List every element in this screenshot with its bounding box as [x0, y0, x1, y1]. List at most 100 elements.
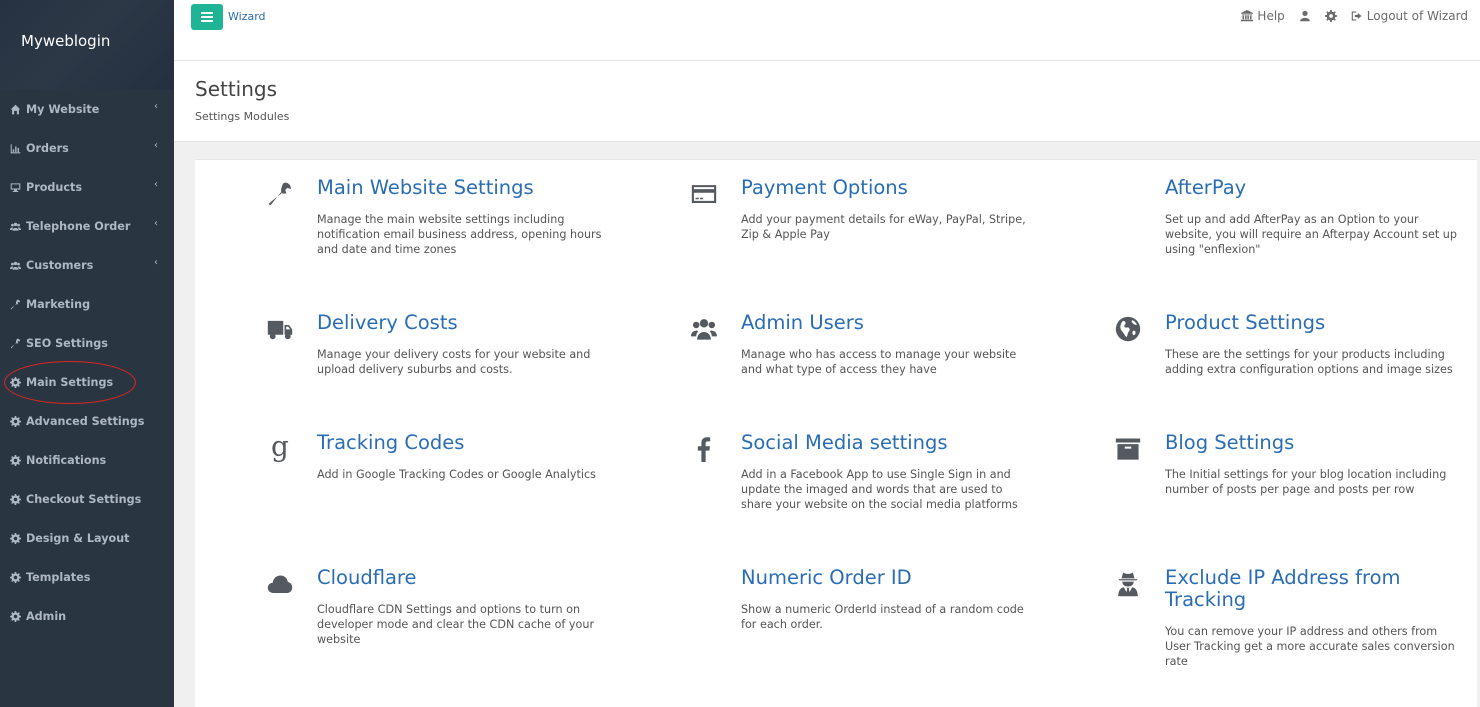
sidebar-nav: My Website ‹ Orders ‹ Products ‹ Telepho… [0, 90, 174, 636]
help-label: Help [1257, 9, 1285, 23]
module-description: Add your payment details for eWay, PayPa… [741, 213, 1026, 241]
home-icon [8, 103, 22, 117]
module-description: Show a numeric OrderId instead of a rand… [741, 603, 1024, 631]
settings-button[interactable] [1324, 10, 1337, 22]
google-icon: g [271, 430, 289, 463]
module-title-link[interactable]: Product Settings [1165, 312, 1480, 334]
gear-icon [8, 610, 22, 624]
sidebar-item-main-settings[interactable]: Main Settings [0, 363, 174, 402]
sidebar-item-label: Admin [26, 610, 67, 623]
credit-card-icon [689, 179, 719, 209]
sidebar-item-seo-settings[interactable]: SEO Settings [0, 324, 174, 363]
module-description: Manage your delivery costs for your webs… [317, 348, 591, 376]
module-title-link[interactable]: Social Media settings [741, 432, 1061, 454]
sidebar-item-notifications[interactable]: Notifications [0, 441, 174, 480]
sidebar-item-label: Products [26, 181, 83, 194]
logout-link[interactable]: Logout of Wizard [1351, 9, 1468, 23]
sidebar-item-orders[interactable]: Orders ‹ [0, 129, 174, 168]
module-title-link[interactable]: Tracking Codes [317, 432, 637, 454]
page-title: Settings [195, 77, 278, 101]
top-bar: Wizard Help Logout of Wizard [174, 0, 1480, 61]
gear-icon [8, 493, 22, 507]
chevron-left-icon: ‹ [154, 101, 158, 112]
gear-icon [1324, 10, 1337, 22]
chevron-left-icon: ‹ [154, 140, 158, 151]
chevron-left-icon: ‹ [154, 179, 158, 190]
users-icon [8, 220, 22, 234]
sidebar-item-label: SEO Settings [26, 337, 108, 350]
module-description: Cloudflare CDN Settings and options to t… [317, 603, 595, 646]
gear-icon [8, 571, 22, 585]
menu-toggle-button[interactable] [191, 4, 223, 30]
users-icon [8, 259, 22, 273]
module-description: You can remove your IP address and other… [1165, 625, 1455, 668]
hamburger-icon [201, 12, 213, 22]
sidebar-item-customers[interactable]: Customers ‹ [0, 246, 174, 285]
user-secret-icon [1113, 569, 1143, 599]
globe-icon [1113, 314, 1143, 344]
wrench-icon [8, 337, 22, 351]
sidebar-item-label: Orders [26, 142, 69, 155]
module-title-link[interactable]: AfterPay [1165, 177, 1480, 199]
sign-out-icon [1351, 11, 1362, 21]
sidebar-item-label: Advanced Settings [26, 415, 145, 428]
sidebar-item-telephone-order[interactable]: Telephone Order ‹ [0, 207, 174, 246]
sidebar-item-label: Design & Layout [26, 532, 130, 545]
module-description: Add in Google Tracking Codes or Google A… [317, 468, 596, 481]
sidebar-item-label: Marketing [26, 298, 91, 311]
chevron-left-icon: ‹ [154, 257, 158, 268]
sidebar-item-label: Telephone Order [26, 220, 131, 233]
module-description: The Initial settings for your blog locat… [1165, 468, 1447, 496]
wizard-link[interactable]: Wizard [228, 10, 266, 23]
sidebar-item-templates[interactable]: Templates [0, 558, 174, 597]
settings-modules-panel: Main Website Settings Manage the main we… [195, 159, 1477, 707]
sidebar-item-label: Customers [26, 259, 94, 272]
bar-chart-icon [8, 142, 22, 156]
wrench-icon [265, 179, 295, 209]
sidebar-item-label: Templates [26, 571, 91, 584]
sidebar-item-advanced-settings[interactable]: Advanced Settings [0, 402, 174, 441]
page-subtitle: Settings Modules [195, 110, 290, 123]
gear-icon [8, 376, 22, 390]
sidebar-item-admin[interactable]: Admin [0, 597, 174, 636]
logout-label: Logout of Wizard [1366, 9, 1468, 23]
sidebar-item-label: Main Settings [26, 376, 114, 389]
help-link[interactable]: Help [1241, 9, 1285, 23]
module-description: Add in a Facebook App to use Single Sign… [741, 468, 1018, 511]
sidebar-item-marketing[interactable]: Marketing [0, 285, 174, 324]
module-description: Set up and add AfterPay as an Option to … [1165, 213, 1457, 256]
module-title-link[interactable]: Payment Options [741, 177, 1061, 199]
sidebar-item-products[interactable]: Products ‹ [0, 168, 174, 207]
user-icon [1299, 10, 1310, 22]
brand-logo-text[interactable]: Myweblogin [21, 32, 110, 50]
gear-icon [8, 415, 22, 429]
cloud-icon [265, 569, 295, 599]
user-profile-button[interactable] [1299, 10, 1311, 22]
sidebar-item-checkout-settings[interactable]: Checkout Settings [0, 480, 174, 519]
users-icon [689, 314, 719, 344]
gear-icon [8, 454, 22, 468]
module-title-link[interactable]: Admin Users [741, 312, 1061, 334]
bank-icon [1241, 10, 1254, 22]
sidebar-item-label: My Website [26, 103, 100, 116]
module-title-link[interactable]: Main Website Settings [317, 177, 637, 199]
sidebar-item-label: Checkout Settings [26, 493, 142, 506]
top-right-menu: Help Logout of Wizard [1241, 9, 1468, 23]
archive-icon [1113, 434, 1143, 464]
module-title-link[interactable]: Delivery Costs [317, 312, 637, 334]
facebook-icon [689, 434, 719, 464]
wrench-icon [8, 298, 22, 312]
sidebar-item-my-website[interactable]: My Website ‹ [0, 90, 174, 129]
module-description: Manage the main website settings includi… [317, 213, 602, 256]
module-title-link[interactable]: Exclude IP Address from Tracking [1165, 567, 1480, 611]
desktop-icon [8, 181, 22, 195]
truck-icon [265, 314, 295, 344]
sidebar-item-design-layout[interactable]: Design & Layout [0, 519, 174, 558]
module-title-link[interactable]: Blog Settings [1165, 432, 1480, 454]
module-description: Manage who has access to manage your web… [741, 348, 1017, 376]
brand-area: Myweblogin [0, 0, 174, 90]
module-title-link[interactable]: Cloudflare [317, 567, 637, 589]
chevron-left-icon: ‹ [154, 218, 158, 229]
sidebar: Myweblogin My Website ‹ Orders ‹ Product… [0, 0, 174, 707]
module-title-link[interactable]: Numeric Order ID [741, 567, 1061, 589]
